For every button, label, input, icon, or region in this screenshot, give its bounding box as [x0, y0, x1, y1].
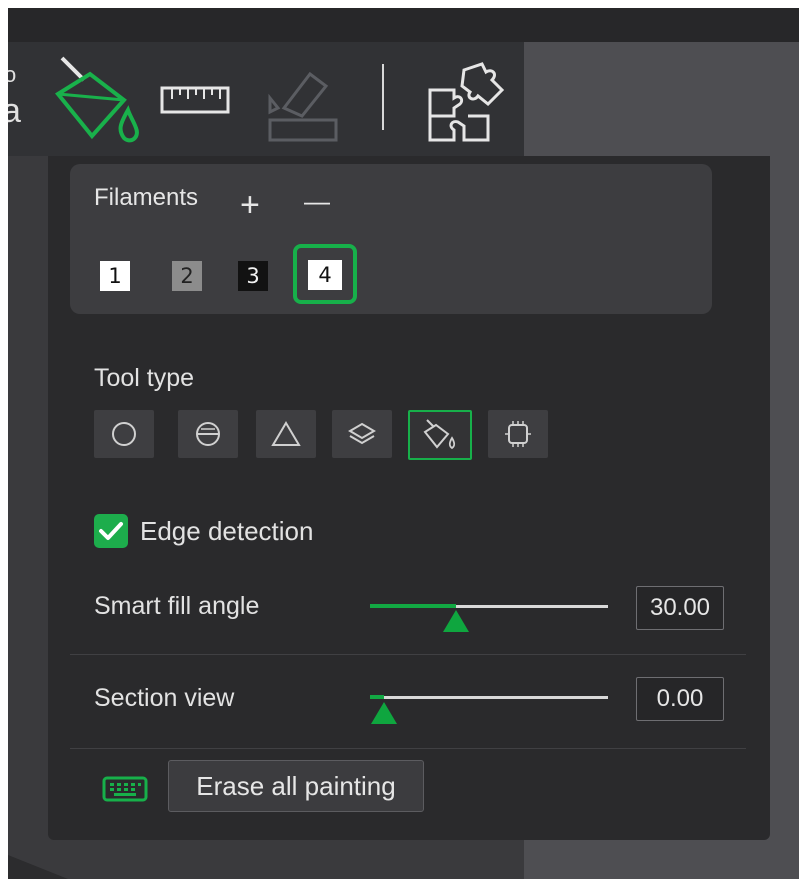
filament-swatch-4[interactable]: 4: [308, 260, 342, 290]
checkmark-icon: [99, 522, 123, 540]
edge-detection-checkbox[interactable]: [94, 514, 128, 548]
gap-fill-tool-icon: [505, 421, 531, 447]
layers-tool-button[interactable]: [332, 410, 392, 458]
top-strip: [8, 8, 799, 42]
partial-text-icon[interactable]: o a: [8, 62, 30, 134]
smart-fill-angle-fill: [370, 604, 456, 608]
toolbar-separator: [382, 64, 384, 130]
edge-detection-label: Edge detection: [140, 516, 314, 546]
puzzle-icon[interactable]: [424, 60, 508, 149]
filament-swatch-1[interactable]: 1: [100, 261, 130, 291]
section-view-label: Section view: [94, 684, 235, 712]
triangle-tool-icon: [271, 421, 301, 446]
section-divider-2: [70, 748, 746, 749]
section-view-input[interactable]: 0.00: [636, 677, 724, 721]
sphere-tool-button[interactable]: [178, 410, 238, 458]
painting-panel: Filaments + — 1 2 3 4 Tool type Edge det…: [48, 156, 770, 840]
keyboard-icon[interactable]: [102, 776, 148, 807]
paint-toolbar: o a: [8, 42, 524, 156]
gap-fill-tool-button[interactable]: [488, 410, 548, 458]
paint-bucket-icon[interactable]: [50, 54, 146, 155]
ruler-icon[interactable]: [160, 84, 232, 123]
erase-all-painting-button[interactable]: Erase all painting: [168, 760, 424, 812]
filaments-title: Filaments: [94, 184, 199, 211]
smart-fill-angle-thumb[interactable]: [443, 610, 469, 632]
section-view-track[interactable]: [370, 696, 608, 699]
triangle-tool-button[interactable]: [256, 410, 316, 458]
filament-swatch-3[interactable]: 3: [238, 261, 268, 291]
layers-tool-icon: [348, 422, 376, 445]
add-filament-button[interactable]: +: [240, 188, 260, 222]
filament-swatch-2[interactable]: 2: [172, 261, 202, 291]
circle-tool-icon: [112, 422, 136, 446]
section-view-fill: [370, 695, 384, 699]
fill-bucket-tool-button[interactable]: [408, 410, 472, 460]
app-window: o a Filaments + — 1 2 3 4 Tool type Edge…: [8, 8, 799, 879]
filaments-box: Filaments + — 1 2 3 4: [70, 164, 712, 314]
tool-type-label: Tool type: [94, 364, 195, 392]
corner-edge-decoration: [8, 855, 68, 879]
section-view-thumb[interactable]: [371, 702, 397, 724]
section-divider-1: [70, 654, 746, 655]
remove-filament-button[interactable]: —: [304, 184, 330, 218]
assembly-icon[interactable]: [264, 68, 342, 149]
sphere-tool-icon: [196, 422, 220, 446]
smart-fill-angle-input[interactable]: 30.00: [636, 586, 724, 630]
smart-fill-angle-label: Smart fill angle: [94, 592, 260, 620]
fill-bucket-tool-icon: [423, 419, 456, 450]
circle-tool-button[interactable]: [94, 410, 154, 458]
